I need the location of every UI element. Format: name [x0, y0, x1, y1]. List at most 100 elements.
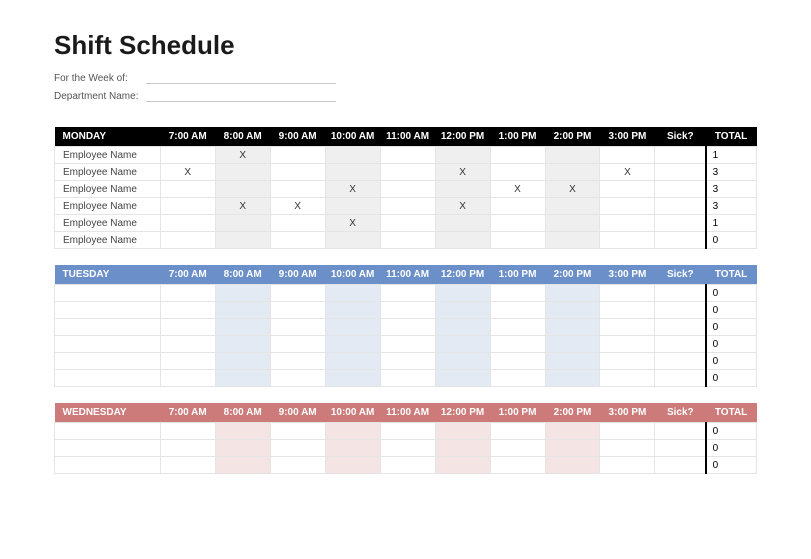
shift-cell[interactable]: X: [270, 198, 325, 215]
shift-cell[interactable]: [325, 353, 380, 370]
shift-cell[interactable]: [490, 232, 545, 249]
sick-cell[interactable]: [655, 319, 706, 336]
shift-cell[interactable]: [380, 353, 435, 370]
shift-cell[interactable]: [270, 440, 325, 457]
shift-cell[interactable]: [435, 336, 490, 353]
shift-cell[interactable]: [490, 319, 545, 336]
shift-cell[interactable]: [545, 370, 600, 387]
shift-cell[interactable]: [325, 319, 380, 336]
shift-cell[interactable]: [160, 198, 215, 215]
shift-cell[interactable]: [270, 285, 325, 302]
shift-cell[interactable]: X: [215, 147, 270, 164]
sick-cell[interactable]: [655, 198, 706, 215]
shift-cell[interactable]: [215, 440, 270, 457]
shift-cell[interactable]: [160, 181, 215, 198]
employee-name-cell[interactable]: [55, 353, 161, 370]
sick-cell[interactable]: [655, 147, 706, 164]
shift-cell[interactable]: [325, 164, 380, 181]
shift-cell[interactable]: [270, 457, 325, 474]
sick-cell[interactable]: [655, 164, 706, 181]
shift-cell[interactable]: [325, 198, 380, 215]
shift-cell[interactable]: [600, 423, 655, 440]
shift-cell[interactable]: [215, 302, 270, 319]
shift-cell[interactable]: X: [435, 164, 490, 181]
shift-cell[interactable]: [600, 353, 655, 370]
shift-cell[interactable]: [600, 147, 655, 164]
shift-cell[interactable]: [545, 423, 600, 440]
shift-cell[interactable]: [600, 198, 655, 215]
sick-cell[interactable]: [655, 423, 706, 440]
shift-cell[interactable]: [545, 319, 600, 336]
shift-cell[interactable]: [545, 232, 600, 249]
shift-cell[interactable]: [380, 440, 435, 457]
employee-name-cell[interactable]: [55, 285, 161, 302]
shift-cell[interactable]: [600, 336, 655, 353]
shift-cell[interactable]: [545, 440, 600, 457]
shift-cell[interactable]: [600, 181, 655, 198]
shift-cell[interactable]: [215, 423, 270, 440]
shift-cell[interactable]: [435, 319, 490, 336]
employee-name-cell[interactable]: [55, 370, 161, 387]
shift-cell[interactable]: [545, 215, 600, 232]
shift-cell[interactable]: [325, 423, 380, 440]
shift-cell[interactable]: [545, 147, 600, 164]
shift-cell[interactable]: [545, 285, 600, 302]
shift-cell[interactable]: [325, 336, 380, 353]
shift-cell[interactable]: [490, 370, 545, 387]
shift-cell[interactable]: [160, 232, 215, 249]
sick-cell[interactable]: [655, 285, 706, 302]
shift-cell[interactable]: [545, 198, 600, 215]
shift-cell[interactable]: [325, 302, 380, 319]
employee-name-cell[interactable]: [55, 302, 161, 319]
shift-cell[interactable]: [215, 353, 270, 370]
shift-cell[interactable]: [270, 423, 325, 440]
shift-cell[interactable]: [270, 232, 325, 249]
shift-cell[interactable]: [160, 302, 215, 319]
shift-cell[interactable]: [435, 181, 490, 198]
sick-cell[interactable]: [655, 232, 706, 249]
shift-cell[interactable]: [600, 232, 655, 249]
shift-cell[interactable]: [270, 147, 325, 164]
sick-cell[interactable]: [655, 457, 706, 474]
employee-name-cell[interactable]: Employee Name: [55, 164, 161, 181]
sick-cell[interactable]: [655, 353, 706, 370]
shift-cell[interactable]: [325, 440, 380, 457]
shift-cell[interactable]: [600, 370, 655, 387]
shift-cell[interactable]: [215, 336, 270, 353]
shift-cell[interactable]: [600, 302, 655, 319]
shift-cell[interactable]: [380, 215, 435, 232]
shift-cell[interactable]: [490, 147, 545, 164]
shift-cell[interactable]: [435, 285, 490, 302]
employee-name-cell[interactable]: [55, 457, 161, 474]
shift-cell[interactable]: [380, 319, 435, 336]
shift-cell[interactable]: [600, 457, 655, 474]
shift-cell[interactable]: [545, 457, 600, 474]
shift-cell[interactable]: [435, 353, 490, 370]
shift-cell[interactable]: [270, 302, 325, 319]
shift-cell[interactable]: [160, 319, 215, 336]
shift-cell[interactable]: [325, 147, 380, 164]
sick-cell[interactable]: [655, 440, 706, 457]
shift-cell[interactable]: [270, 319, 325, 336]
shift-cell[interactable]: [325, 370, 380, 387]
shift-cell[interactable]: [160, 285, 215, 302]
shift-cell[interactable]: [380, 198, 435, 215]
shift-cell[interactable]: [380, 164, 435, 181]
shift-cell[interactable]: X: [325, 215, 380, 232]
shift-cell[interactable]: X: [435, 198, 490, 215]
sick-cell[interactable]: [655, 370, 706, 387]
shift-cell[interactable]: [270, 181, 325, 198]
shift-cell[interactable]: [215, 319, 270, 336]
shift-cell[interactable]: [545, 302, 600, 319]
shift-cell[interactable]: [435, 440, 490, 457]
shift-cell[interactable]: [600, 319, 655, 336]
shift-cell[interactable]: [435, 147, 490, 164]
shift-cell[interactable]: [215, 215, 270, 232]
shift-cell[interactable]: X: [160, 164, 215, 181]
shift-cell[interactable]: [270, 370, 325, 387]
shift-cell[interactable]: [380, 302, 435, 319]
employee-name-cell[interactable]: Employee Name: [55, 232, 161, 249]
sick-cell[interactable]: [655, 302, 706, 319]
sick-cell[interactable]: [655, 336, 706, 353]
employee-name-cell[interactable]: [55, 423, 161, 440]
